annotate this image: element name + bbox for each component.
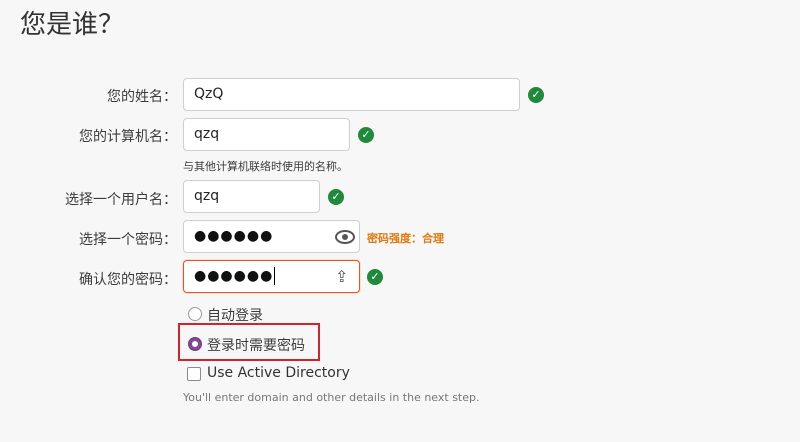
computer-name-field[interactable]: qzq [183,118,350,151]
active-directory-label[interactable]: Use Active Directory [207,365,350,381]
password-strength: 密码强度：合理 [367,232,444,245]
active-directory-checkbox[interactable] [187,367,201,381]
header: 您是谁？ [0,0,800,59]
active-directory-hint: You'll enter domain and other details in… [183,391,480,404]
computer-name-value: qzq [194,126,220,142]
confirm-password-value: ●●●●●● [194,268,274,284]
name-label: 您的姓名： [107,89,177,105]
password-label: 选择一个密码： [79,232,177,248]
name-value: QzQ [194,86,224,102]
page-title: 您是谁？ [20,10,125,40]
computer-name-hint: 与其他计算机联络时使用的名称。 [183,160,348,173]
require-password-label[interactable]: 登录时需要密码 [207,335,305,355]
computer-name-label: 您的计算机名： [79,129,177,145]
capslock-icon: ⇪ [335,267,349,286]
username-label: 选择一个用户名： [65,192,177,208]
check-circle-icon: ✓ [328,189,344,205]
username-field[interactable]: qzq [183,180,320,213]
confirm-password-field[interactable]: ●●●●●● ⇪ [183,260,360,293]
user-form: 您的姓名： QzQ ✓ 您的计算机名： qzq ✓ 与其他计算机联络时使用的名称… [0,58,800,442]
check-circle-icon: ✓ [358,127,374,143]
password-value: ●●●●●● [194,228,274,244]
check-circle-icon: ✓ [367,269,383,285]
name-field[interactable]: QzQ [183,78,520,111]
require-password-radio[interactable] [188,337,202,351]
auto-login-radio[interactable] [188,307,202,321]
check-circle-icon: ✓ [528,87,544,103]
text-caret [274,267,276,285]
password-field[interactable]: ●●●●●● [183,220,360,253]
auto-login-label[interactable]: 自动登录 [207,305,263,325]
confirm-password-label: 确认您的密码： [79,272,177,288]
eye-icon[interactable] [335,230,355,244]
username-value: qzq [194,188,220,204]
